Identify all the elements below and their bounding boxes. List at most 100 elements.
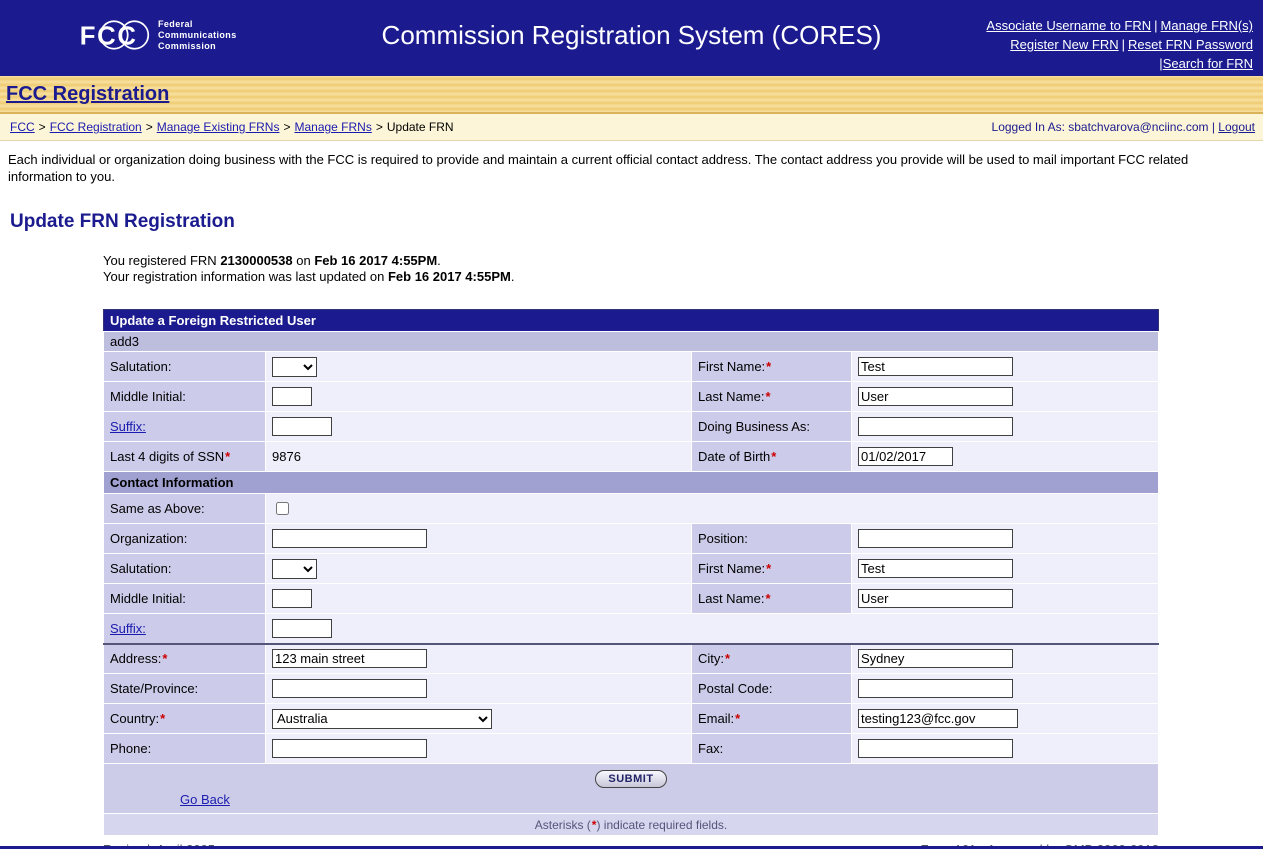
required-asterisk: * [765, 389, 770, 404]
register-new-frn-link[interactable]: Register New FRN [1010, 37, 1118, 52]
contact-first-name-label: First Name:* [692, 554, 852, 584]
contact-salutation-select[interactable] [272, 559, 317, 579]
city-label: City:* [692, 644, 852, 674]
dba-input[interactable] [858, 417, 1013, 436]
table-row: SUBMIT Go Back [104, 764, 1159, 814]
reg-line1-on: on [293, 253, 315, 268]
dob-input[interactable] [858, 447, 953, 466]
country-select[interactable]: Australia [272, 709, 492, 729]
contact-suffix-input[interactable] [272, 619, 332, 638]
organization-input[interactable] [272, 529, 427, 548]
middle-initial-label: Middle Initial: [104, 382, 266, 412]
fcc-registration-banner: FCC Registration [0, 76, 1263, 114]
state-province-input[interactable] [272, 679, 427, 698]
note-pre: Asterisks ( [535, 818, 591, 832]
reg-line2-text: Your registration information was last u… [103, 269, 388, 284]
submit-row: SUBMIT Go Back [104, 764, 1159, 814]
manage-frns-link[interactable]: Manage FRN(s) [1161, 18, 1253, 33]
table-row: Phone: Fax: [104, 734, 1159, 764]
salutation-label: Salutation: [104, 352, 266, 382]
last-name-input[interactable] [858, 387, 1013, 406]
contact-first-name-label-text: First Name: [698, 561, 765, 576]
first-name-cell [852, 352, 1159, 382]
last-name-label-text: Last Name: [698, 389, 764, 404]
contact-last-name-input[interactable] [858, 589, 1013, 608]
phone-cell [266, 734, 692, 764]
breadcrumb: FCC > FCC Registration > Manage Existing FRN… [10, 120, 454, 134]
phone-input[interactable] [272, 739, 427, 758]
address-input[interactable] [272, 649, 427, 668]
ssn-label: Last 4 digits of SSN* [104, 442, 266, 472]
header-links: Associate Username to FRN|Manage FRN(s) … [986, 16, 1253, 73]
country-cell: Australia [266, 704, 692, 734]
table-row: Country:* Australia Email:* [104, 704, 1159, 734]
table-row: Same as Above: [104, 494, 1159, 524]
link-divider: | [1154, 18, 1157, 33]
suffix-link[interactable]: Suffix: [110, 419, 146, 434]
address-label: Address:* [104, 644, 266, 674]
contact-salutation-label: Salutation: [104, 554, 266, 584]
phone-label: Phone: [104, 734, 266, 764]
dob-label-text: Date of Birth [698, 449, 770, 464]
required-asterisk: * [766, 359, 771, 374]
required-asterisk: * [771, 449, 776, 464]
first-name-input[interactable] [858, 357, 1013, 376]
fax-label: Fax: [692, 734, 852, 764]
suffix-cell [266, 412, 692, 442]
position-input[interactable] [858, 529, 1013, 548]
required-asterisk: * [160, 711, 165, 726]
postal-code-cell [852, 674, 1159, 704]
logged-in-email: sbatchvarova@nciinc.com [1068, 120, 1208, 134]
address-cell [266, 644, 692, 674]
go-back-link[interactable]: Go Back [180, 792, 230, 807]
link-divider: | [1122, 37, 1125, 52]
same-as-above-checkbox[interactable] [276, 502, 289, 515]
middle-initial-input[interactable] [272, 387, 312, 406]
contact-suffix-label: Suffix: [104, 614, 266, 644]
contact-information-header: Contact Information [104, 472, 1159, 494]
fcc-registration-link[interactable]: FCC Registration [6, 83, 169, 106]
breadcrumb-separator: > [39, 120, 46, 134]
country-label: Country:* [104, 704, 266, 734]
breadcrumb-fcc-registration[interactable]: FCC Registration [50, 120, 142, 134]
breadcrumb-separator: > [376, 120, 383, 134]
reset-frn-password-link[interactable]: Reset FRN Password [1128, 37, 1253, 52]
email-input[interactable] [858, 709, 1018, 728]
first-name-label: First Name:* [692, 352, 852, 382]
fax-cell [852, 734, 1159, 764]
last-name-label: Last Name:* [692, 382, 852, 412]
associate-username-link[interactable]: Associate Username to FRN [986, 18, 1151, 33]
city-input[interactable] [858, 649, 1013, 668]
table-row: Salutation: First Name:* [104, 554, 1159, 584]
submit-button[interactable]: SUBMIT [595, 770, 666, 788]
logout-link[interactable]: Logout [1218, 120, 1255, 134]
dba-label: Doing Business As: [692, 412, 852, 442]
salutation-select[interactable] [272, 357, 317, 377]
postal-code-input[interactable] [858, 679, 1013, 698]
updated-date: Feb 16 2017 4:55PM [388, 269, 511, 284]
suffix-input[interactable] [272, 417, 332, 436]
required-asterisk: * [725, 651, 730, 666]
contact-last-name-cell [852, 584, 1159, 614]
reg-line1-text: You registered FRN [103, 253, 220, 268]
registration-info: You registered FRN 2130000538 on Feb 16 … [103, 253, 1263, 285]
search-for-frn-link[interactable]: Search for FRN [1163, 56, 1253, 71]
intro-text: Each individual or organization doing bu… [8, 151, 1249, 185]
table-row: Suffix: Doing Business As: [104, 412, 1159, 442]
contact-middle-initial-label: Middle Initial: [104, 584, 266, 614]
registration-line-1: You registered FRN 2130000538 on Feb 16 … [103, 253, 1263, 269]
table-row: Organization: Position: [104, 524, 1159, 554]
city-label-text: City: [698, 651, 724, 666]
contact-middle-initial-input[interactable] [272, 589, 312, 608]
contact-suffix-link[interactable]: Suffix: [110, 621, 146, 636]
required-asterisk: * [765, 591, 770, 606]
same-as-above-label: Same as Above: [104, 494, 266, 524]
breadcrumb-fcc[interactable]: FCC [10, 120, 35, 134]
contact-first-name-input[interactable] [858, 559, 1013, 578]
breadcrumb-manage-frns[interactable]: Manage FRNs [294, 120, 371, 134]
table-row: State/Province: Postal Code: [104, 674, 1159, 704]
fax-input[interactable] [858, 739, 1013, 758]
required-asterisk: * [766, 561, 771, 576]
breadcrumb-manage-existing-frns[interactable]: Manage Existing FRNs [157, 120, 280, 134]
contact-first-name-cell [852, 554, 1159, 584]
